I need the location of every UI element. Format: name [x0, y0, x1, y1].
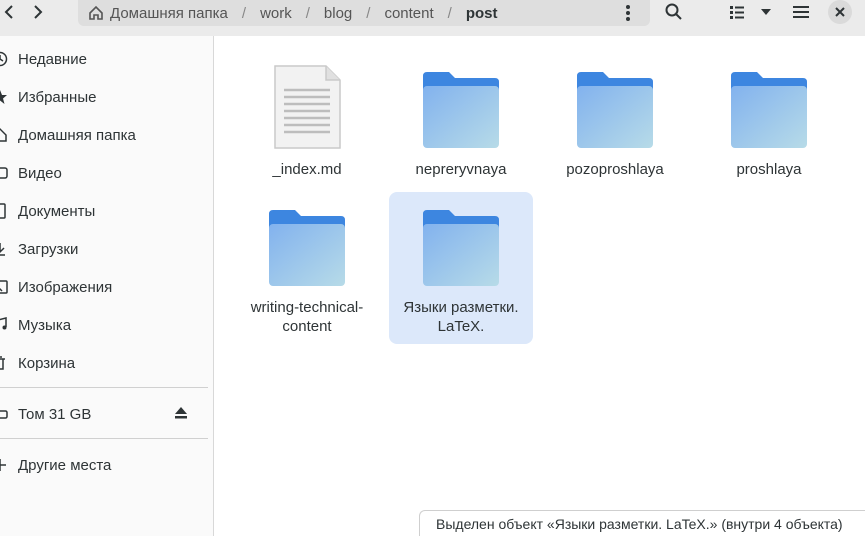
sidebar-item-music[interactable]: Музыка — [0, 310, 208, 340]
sidebar-item-label: Корзина — [18, 354, 76, 372]
folder-name: writing-technical-content — [250, 299, 364, 335]
sidebar-item-label: Другие места — [18, 456, 112, 474]
home-icon — [89, 5, 103, 20]
sidebar-item-videos[interactable]: Видео — [0, 158, 208, 188]
breadcrumb-label: post — [465, 4, 498, 22]
path-bar: Домашняя папка / work / blog / content /… — [78, 0, 650, 26]
chevron-right-icon — [34, 5, 43, 19]
sidebar-item-volume[interactable]: Том 31 GB — [0, 399, 208, 429]
trash-icon — [0, 355, 8, 371]
folder-item-selected[interactable]: Языки разметки. LaTeX. — [389, 192, 533, 344]
sidebar-item-other-locations[interactable]: Другие места — [0, 450, 208, 480]
folder-icon — [421, 204, 501, 288]
breadcrumb-separator: / — [241, 4, 247, 22]
breadcrumb-work[interactable]: work — [260, 5, 292, 22]
search-button[interactable] — [662, 0, 686, 24]
sidebar-item-label: Недавние — [18, 50, 87, 68]
plus-icon — [0, 457, 8, 473]
folder-item[interactable]: nepreryvnaya — [389, 54, 533, 206]
breadcrumb-post[interactable]: post — [466, 5, 498, 22]
view-mode-button[interactable] — [727, 0, 747, 24]
sidebar-item-label: Избранные — [18, 88, 97, 106]
close-icon — [835, 7, 845, 17]
folder-icon — [421, 66, 501, 150]
selection-status: Выделен объект «Языки разметки. LaTeX.» … — [419, 510, 865, 536]
file-name: _index.md — [272, 161, 342, 178]
file-item[interactable]: _index.md — [235, 54, 379, 206]
folder-item[interactable]: proshlaya — [697, 54, 841, 206]
breadcrumb-label: Домашняя папка — [110, 4, 228, 22]
breadcrumb-label: work — [260, 4, 292, 22]
breadcrumb-separator: / — [447, 4, 452, 22]
search-icon — [665, 3, 682, 20]
video-icon — [0, 165, 8, 181]
breadcrumb-blog[interactable]: blog — [324, 5, 352, 22]
sidebar: Недавние Избранные Домашняя папка Видео … — [0, 36, 214, 536]
breadcrumb-content[interactable]: content — [384, 5, 433, 22]
sidebar-item-label: Изображения — [18, 278, 113, 296]
sidebar-item-starred[interactable]: Избранные — [0, 82, 208, 112]
star-icon — [0, 89, 8, 105]
breadcrumb-home[interactable]: Домашняя папка — [88, 5, 228, 22]
drive-icon — [0, 406, 8, 422]
sidebar-item-label: Музыка — [18, 316, 72, 334]
forward-button[interactable] — [26, 0, 50, 24]
close-button[interactable] — [828, 0, 852, 24]
sidebar-item-home[interactable]: Домашняя папка — [0, 120, 208, 150]
breadcrumb-separator: / — [305, 4, 310, 22]
sidebar-item-documents[interactable]: Документы — [0, 196, 208, 226]
sidebar-item-label: Домашняя папка — [18, 126, 136, 144]
view-options-button[interactable] — [756, 0, 776, 24]
sidebar-item-label: Том 31 GB — [18, 405, 92, 423]
folder-name: proshlaya — [736, 161, 802, 178]
music-icon — [0, 317, 8, 333]
folder-name: nepreryvnaya — [415, 161, 507, 178]
download-icon — [0, 241, 8, 257]
text-document-icon — [267, 65, 347, 150]
document-icon — [0, 203, 8, 219]
sidebar-item-trash[interactable]: Корзина — [0, 348, 208, 378]
sidebar-item-label: Видео — [18, 164, 62, 182]
breadcrumb-label: blog — [323, 4, 353, 22]
sidebar-item-pictures[interactable]: Изображения — [0, 272, 208, 302]
breadcrumb-separator: / — [366, 4, 371, 22]
sidebar-divider — [0, 387, 208, 388]
back-button[interactable] — [0, 0, 20, 24]
vertical-dots-icon — [626, 5, 630, 21]
breadcrumb-label: content — [384, 4, 434, 22]
sidebar-item-label: Документы — [18, 202, 96, 220]
folder-name: Языки разметки. LaTeX. — [403, 299, 519, 335]
chevron-down-icon — [761, 9, 771, 15]
chevron-left-icon — [4, 5, 13, 19]
main-menu-button[interactable] — [790, 0, 812, 24]
folder-item[interactable]: writing-technical-content — [235, 192, 379, 344]
sidebar-divider — [0, 438, 208, 439]
list-view-icon — [730, 6, 744, 19]
hamburger-menu-icon — [793, 6, 809, 18]
home-icon — [0, 127, 8, 143]
sidebar-item-downloads[interactable]: Загрузки — [0, 234, 208, 264]
folder-item[interactable]: pozoproshlaya — [543, 54, 687, 206]
clock-icon — [0, 51, 8, 67]
image-icon — [0, 279, 8, 295]
folder-name: pozoproshlaya — [566, 161, 664, 178]
sidebar-item-recent[interactable]: Недавние — [0, 44, 208, 74]
path-menu-button[interactable] — [618, 3, 638, 23]
folder-icon — [267, 204, 347, 288]
folder-icon — [575, 66, 655, 150]
sidebar-item-label: Загрузки — [18, 240, 79, 258]
folder-icon — [729, 66, 809, 150]
file-grid: _index.md nepreryvnaya pozoproshlaya pro… — [215, 36, 865, 536]
eject-icon[interactable] — [174, 406, 188, 420]
header-bar: Домашняя папка / work / blog / content /… — [0, 0, 865, 36]
